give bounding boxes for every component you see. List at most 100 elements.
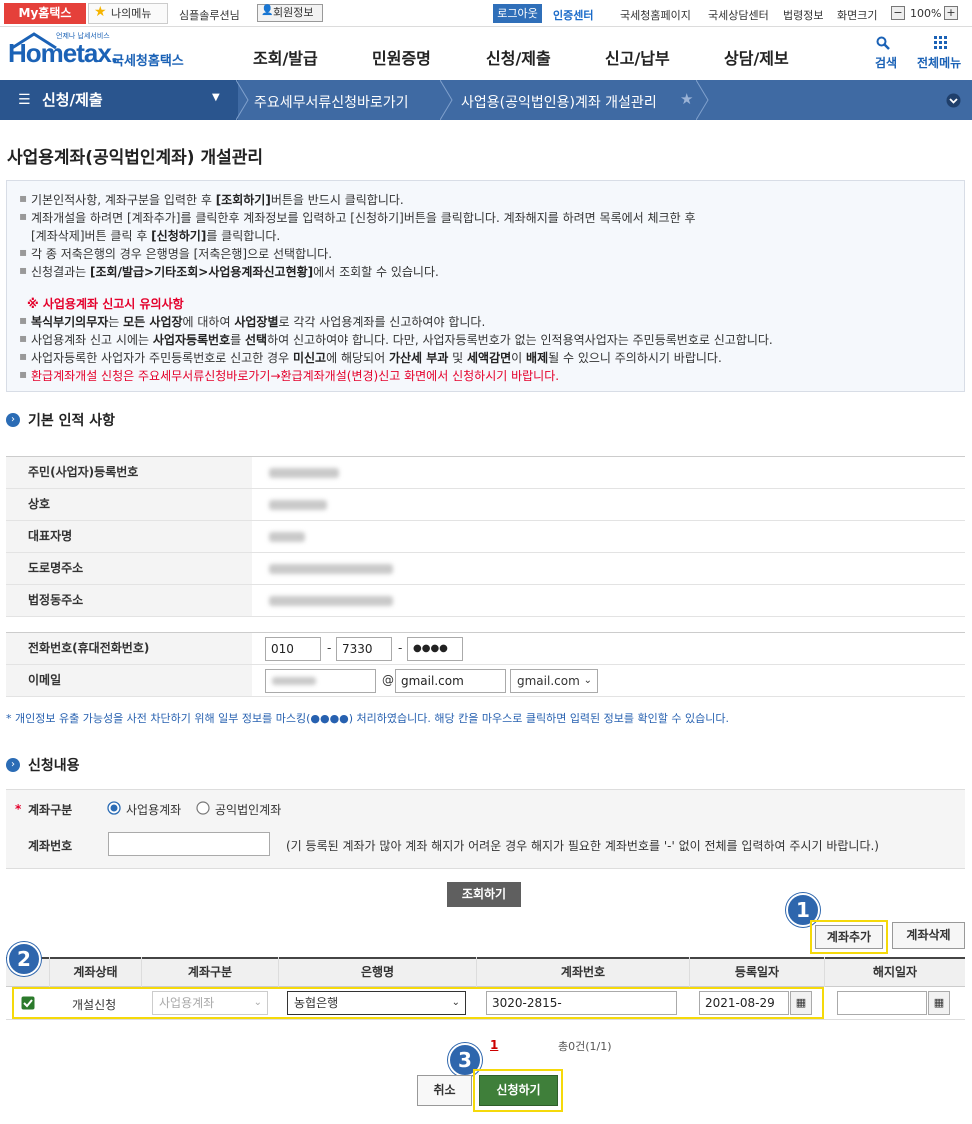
chevron-down-icon: ⌄ (253, 997, 262, 1008)
row-lot-address: 법정동주소 (6, 585, 965, 617)
warning-line: ▪ 사업용계좌 신고 시에는 사업자등록번호를 선택하여 신고하여야 합니다. 다… (19, 331, 773, 347)
email-domain-input[interactable]: gmail.com (395, 669, 506, 693)
row-phone: 전화번호(휴대전화번호) (6, 633, 965, 665)
grid-menu-icon[interactable] (934, 36, 948, 50)
my-hometax-button[interactable]: My홈택스 (4, 3, 86, 24)
search-button[interactable]: 검색 (875, 54, 897, 71)
law-info-link[interactable]: 법령정보 (783, 7, 823, 23)
nts-homepage-link[interactable]: 국세청홈페이지 (620, 7, 691, 23)
nav-inquiry-issue[interactable]: 조회/발급 (253, 45, 318, 69)
logout-button[interactable]: 로그아웃 (493, 4, 542, 23)
row-checkbox[interactable] (21, 996, 35, 1010)
chevron-down-icon: ⌄ (583, 675, 592, 686)
favorite-star-icon[interactable]: ★ (680, 90, 693, 108)
nav-report-pay[interactable]: 신고/납부 (605, 45, 670, 69)
submit-button[interactable]: 신청하기 (479, 1075, 558, 1106)
breadcrumb-section[interactable]: 신청/제출 (0, 80, 238, 120)
breadcrumb-separator-icon (696, 80, 709, 120)
warning-line: ▪ 환급계좌개설 신청은 주요세무서류신청바로가기→환급계좌개설(변경)신고 화면… (19, 367, 560, 383)
step-badge-2: 2 (7, 942, 41, 976)
person-icon: 👤 (261, 5, 274, 16)
search-button[interactable]: 조회하기 (447, 882, 521, 907)
nts-consult-link[interactable]: 국세상담센터 (708, 7, 769, 23)
th-bank: 은행명 (279, 957, 477, 987)
add-account-button[interactable]: 계좌추가 (815, 925, 883, 949)
row-reg-date-input[interactable]: 2021-08-29 (699, 991, 789, 1015)
nav-apply-submit[interactable]: 신청/제출 (486, 45, 551, 69)
nav-certificate[interactable]: 민원증명 (372, 45, 431, 69)
row-company-name: 상호 (6, 489, 965, 521)
breadcrumb-separator-icon (236, 80, 249, 120)
cert-center-link[interactable]: 인증센터 (553, 7, 593, 23)
radio-business-label: 사업용계좌 (126, 803, 182, 817)
row-status: 개설신청 (72, 998, 117, 1012)
info-line: ▪ 신청결과는 [조회/발급>기타조회>사업용계좌신고현황]에서 조회할 수 있습… (19, 263, 439, 279)
radio-business-account[interactable] (107, 801, 121, 815)
cancel-button[interactable]: 취소 (417, 1075, 472, 1106)
email-at: @ (382, 673, 394, 687)
th-type: 계좌구분 (142, 957, 279, 987)
row-account-input[interactable]: 3020-2815- (486, 991, 677, 1015)
breadcrumb-separator-icon (440, 80, 453, 120)
th-close-date: 해지일자 (872, 965, 918, 979)
nav-consult[interactable]: 상담/제보 (724, 45, 789, 69)
required-mark: * (15, 802, 22, 816)
total-count: 총0건(1/1) (558, 1040, 612, 1053)
account-number-input[interactable] (108, 832, 270, 856)
calendar-icon[interactable]: ▦ (790, 991, 812, 1015)
phone-part2-input[interactable]: 7330 (336, 637, 392, 661)
row-bank-select[interactable]: 농협은행 ⌄ (287, 991, 466, 1015)
row-representative: 대표자명 (6, 521, 965, 553)
star-icon: ★ (94, 4, 107, 20)
breadcrumb-level2[interactable]: 주요세무서류신청바로가기 (254, 92, 409, 112)
breadcrumb-level3: 사업용(공익법인용)계좌 개설관리 (461, 95, 657, 111)
section-title-apply: 신청내용 (28, 758, 80, 774)
calendar-icon[interactable]: ▦ (928, 991, 950, 1015)
user-name: 심플솔루션님 (179, 9, 240, 22)
radio-public-account[interactable] (196, 801, 210, 815)
section-bullet-icon: › (6, 758, 20, 772)
phone-part1-input[interactable]: 010 (265, 637, 321, 661)
chevron-down-icon: ⌄ (451, 997, 460, 1008)
phone-part3-input[interactable]: ●●●● (407, 637, 463, 661)
page-title: 사업용계좌(공익법인계좌) 개설관리 (7, 148, 264, 168)
warning-line: ▪ 사업자등록한 사업자가 주민등록번호로 신고한 경우 미신고에 해당되어 가산… (19, 349, 722, 365)
masking-notice: * 개인정보 유출 가능성을 사전 차단하기 위해 일부 정보를 마스킹(●●●… (6, 712, 729, 725)
row-close-date-input[interactable] (837, 991, 927, 1015)
hamburger-icon: ☰ (18, 92, 31, 108)
all-menu-button[interactable]: 전체메뉴 (917, 54, 961, 71)
info-line: ▪ 기본인적사항, 계좌구분을 입력한 후 [조회하기]버튼을 반드시 클릭합니다… (19, 191, 404, 207)
th-reg-date: 등록일자 (690, 957, 825, 987)
zoom-level: 100% (910, 7, 942, 20)
phone-dash: - (327, 641, 332, 655)
hometax-logo[interactable]: Hometax. (8, 38, 118, 69)
section-bullet-icon: › (6, 413, 20, 427)
logo-subtitle: 국세청홈택스 (112, 54, 184, 69)
warning-title: ※ 사업용계좌 신고시 유의사항 (27, 297, 184, 311)
info-line: [계좌삭제]버튼 클릭 후 [신청하기]를 클릭합니다. (31, 229, 281, 243)
phone-dash: - (398, 641, 403, 655)
chevron-down-icon[interactable] (946, 93, 961, 108)
screen-size-label: 화면크기 (837, 9, 878, 22)
row-type-select[interactable]: 사업용계좌 ⌄ (152, 991, 268, 1015)
email-domain-select[interactable]: gmail.com ⌄ (510, 669, 598, 693)
caret-down-icon[interactable]: ▼ (212, 92, 220, 103)
info-line: ▪ 계좌개설을 하려면 [계좌추가]를 클릭한후 계좌정보를 입력하고 [신청하기… (19, 209, 696, 225)
email-id-input[interactable] (265, 669, 376, 693)
delete-account-button[interactable]: 계좌삭제 (892, 922, 965, 949)
search-icon[interactable] (876, 36, 890, 50)
section-title-basic: 기본 인적 사항 (28, 413, 116, 429)
info-box: ▪ 기본인적사항, 계좌구분을 입력한 후 [조회하기]버튼을 반드시 클릭합니다… (6, 180, 965, 392)
info-line: ▪ 각 종 저축은행의 경우 은행명을 [저축은행]으로 선택합니다. (19, 245, 333, 261)
zoom-out-button[interactable]: − (891, 6, 905, 20)
row-reg-number: 주민(사업자)등록번호 (6, 457, 965, 489)
th-account: 계좌번호 (477, 957, 690, 987)
account-number-hint: (기 등록된 계좌가 많아 계좌 해지가 어려운 경우 해지가 필요한 계좌번호… (286, 839, 879, 853)
th-status: 계좌상태 (50, 957, 142, 987)
account-type-label: 계좌구분 (28, 803, 73, 817)
row-road-address: 도로명주소 (6, 553, 965, 585)
zoom-in-button[interactable]: + (944, 6, 958, 20)
page-number-link[interactable]: 1 (490, 1038, 498, 1052)
radio-public-label: 공익법인계좌 (215, 803, 282, 817)
warning-line: ▪ 복식부기의무자는 모든 사업장에 대하여 사업장별로 각각 사업용계좌를 신고… (19, 313, 486, 329)
